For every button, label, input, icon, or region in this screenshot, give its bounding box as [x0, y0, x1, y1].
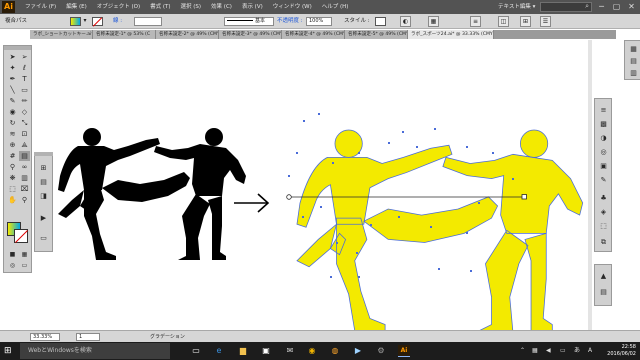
artwork-layer — [58, 40, 592, 332]
settings-icon[interactable]: ⚙ — [375, 345, 387, 357]
libraries-panel-icon[interactable]: ▤ — [628, 56, 639, 66]
taskbar-clock[interactable]: 22:58 2016/06/02 — [600, 344, 636, 357]
direct-selection-tool-icon[interactable]: ➢ — [19, 52, 30, 62]
gradient-fighters[interactable] — [296, 129, 584, 332]
tray-chevron-icon[interactable]: ⌃ — [520, 346, 525, 356]
clock-date: 2016/06/02 — [607, 350, 636, 357]
right-panel-top: ▦ ▤ ▥ — [624, 40, 640, 80]
mail-icon[interactable]: ✉ — [284, 345, 296, 357]
firefox-icon[interactable]: ◍ — [329, 345, 341, 357]
tray-battery-icon[interactable]: ▭ — [560, 346, 566, 356]
tools-panel: ➤ ➢ ✦ ℓ ✒ T ╲ ▭ ✎ ✏ ◉ ◇ ↻ ⤡ ≋ ⊡ ⊕ ⟁ # ▤ … — [3, 45, 32, 273]
windows-start-icon[interactable]: ⊞ — [4, 346, 16, 357]
navigator-panel-icon[interactable]: ▭ — [38, 233, 49, 243]
type-tool-icon[interactable]: T — [19, 74, 30, 84]
document-info-panel-icon[interactable]: ▲ — [598, 271, 609, 281]
magic-wand-tool-icon[interactable]: ✦ — [7, 63, 18, 73]
blend-tool-icon[interactable]: ∞ — [19, 162, 30, 172]
status-bar: 33.33% 1 グラデーション — [0, 330, 640, 342]
width-tool-icon[interactable]: ≋ — [7, 129, 18, 139]
symbols-panel-icon[interactable]: ♣ — [598, 193, 609, 203]
tray-keyboard-icon[interactable]: A — [588, 346, 592, 356]
file-explorer-icon[interactable]: ▆ — [237, 345, 249, 357]
stroke-color-box[interactable] — [14, 229, 28, 243]
rotate-tool-icon[interactable]: ↻ — [7, 118, 18, 128]
tray-network-icon[interactable]: ▦ — [532, 346, 538, 356]
task-view-icon[interactable]: ▭ — [190, 345, 202, 357]
right-panel-bottom: ▲ ▤ — [594, 264, 612, 306]
eyedropper-tool-icon[interactable]: ⚲ — [7, 162, 18, 172]
graphic-styles-panel-icon[interactable]: ▣ — [598, 161, 609, 171]
tray-ime-icon[interactable]: あ — [574, 346, 580, 356]
mesh-tool-icon[interactable]: # — [7, 151, 18, 161]
layers-panel-icon[interactable]: ◈ — [598, 207, 609, 217]
gradient-end-handle[interactable] — [521, 194, 527, 200]
docked-mini-panel: ⊞ ▤ ◨ ▶ ▭ — [34, 152, 53, 252]
artboard-number-input[interactable]: 1 — [76, 333, 100, 341]
free-transform-tool-icon[interactable]: ⊡ — [19, 129, 30, 139]
draw-mode-icon[interactable]: ◎ — [7, 261, 18, 271]
color-mode-icon[interactable]: ■ — [7, 250, 18, 260]
symbol-sprayer-tool-icon[interactable]: ❋ — [7, 173, 18, 183]
mini-panel-gripper[interactable] — [34, 152, 53, 156]
transform-panel-icon[interactable]: ⊞ — [38, 163, 49, 173]
pathfinder-panel-icon[interactable]: ◨ — [38, 191, 49, 201]
zoom-tool-icon[interactable]: ⚲ — [19, 195, 30, 205]
align-panel-icon[interactable]: ▤ — [38, 177, 49, 187]
stroke-panel-icon[interactable]: ≡ — [598, 105, 609, 115]
taskbar-search-input[interactable]: WebとWindowsを検索 — [20, 343, 170, 359]
blob-brush-tool-icon[interactable]: ◉ — [7, 107, 18, 117]
tools-panel-gripper[interactable] — [4, 46, 31, 50]
black-silhouette-artwork[interactable] — [58, 128, 246, 260]
windows-taskbar: ⊞ WebとWindowsを検索 ▭ e ▆ ▣ ✉ ◉ ◍ ▶ ⚙ Ai ⌃ … — [0, 342, 640, 360]
eraser-tool-icon[interactable]: ◇ — [19, 107, 30, 117]
screen-mode-icon[interactable]: ▭ — [19, 261, 30, 271]
paintbrush-tool-icon[interactable]: ✎ — [7, 96, 18, 106]
actions-panel-icon[interactable]: ▶ — [38, 213, 49, 223]
properties-panel-icon[interactable]: ▦ — [628, 44, 639, 54]
attributes-panel-icon[interactable]: ▤ — [598, 287, 609, 297]
swatches-panel-icon[interactable]: ▥ — [628, 68, 639, 78]
pen-tool-icon[interactable]: ✒ — [7, 74, 18, 84]
asset-export-panel-icon[interactable]: ⧉ — [598, 237, 609, 247]
media-player-icon[interactable]: ▶ — [352, 345, 364, 357]
arrow-icon — [234, 193, 270, 213]
slice-tool-icon[interactable]: ⌧ — [19, 184, 30, 194]
edge-browser-icon[interactable]: e — [213, 345, 225, 357]
hand-tool-icon[interactable]: ✋ — [7, 195, 18, 205]
artboards-panel-icon[interactable]: ⬚ — [598, 221, 609, 231]
canvas-scrollbar[interactable] — [588, 40, 592, 330]
selection-tool-icon[interactable]: ➤ — [7, 52, 18, 62]
right-panel-main: ≡ ▩ ◑ ◎ ▣ ✎ ♣ ◈ ⬚ ⧉ — [594, 98, 612, 252]
gradient-mode-icon[interactable]: ▦ — [19, 250, 30, 260]
illustrator-window: Ai ファイル (F) 編集 (E) オブジェクト (O) 書式 (T) 選択 … — [0, 0, 640, 360]
rectangle-tool-icon[interactable]: ▭ — [19, 85, 30, 95]
chrome-icon[interactable]: ◉ — [306, 345, 318, 357]
line-tool-icon[interactable]: ╲ — [7, 85, 18, 95]
gradient-panel-icon[interactable]: ▩ — [598, 119, 609, 129]
appearance-panel-icon[interactable]: ◎ — [598, 147, 609, 157]
lasso-tool-icon[interactable]: ℓ — [19, 63, 30, 73]
brushes-panel-icon[interactable]: ✎ — [598, 175, 609, 185]
column-graph-tool-icon[interactable]: ▥ — [19, 173, 30, 183]
illustrator-taskbar-icon[interactable]: Ai — [398, 345, 410, 357]
scale-tool-icon[interactable]: ⤡ — [19, 118, 30, 128]
shape-builder-tool-icon[interactable]: ⊕ — [7, 140, 18, 150]
perspective-grid-tool-icon[interactable]: ⟁ — [19, 140, 30, 150]
transparency-panel-icon[interactable]: ◑ — [598, 133, 609, 143]
artboard-tool-icon[interactable]: ⬚ — [7, 184, 18, 194]
pencil-tool-icon[interactable]: ✏ — [19, 96, 30, 106]
gradient-tool-icon[interactable]: ▤ — [19, 151, 30, 161]
store-icon[interactable]: ▣ — [260, 345, 272, 357]
zoom-level-input[interactable]: 33.33% — [30, 333, 60, 341]
tray-volume-icon[interactable]: ◀ — [546, 346, 551, 356]
gradient-start-handle[interactable] — [286, 194, 292, 200]
